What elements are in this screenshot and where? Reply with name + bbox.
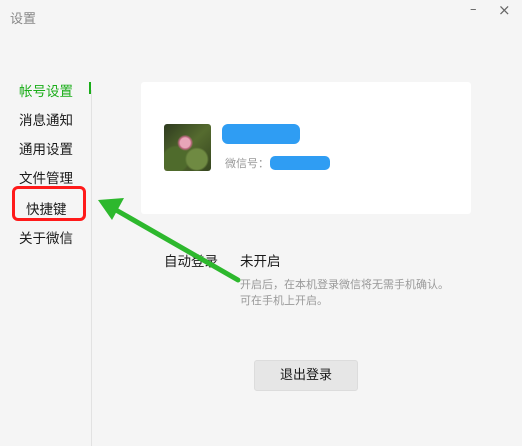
auto-login-hint-line2: 可在手机上开启。 — [240, 294, 328, 307]
close-icon[interactable]: × — [498, 3, 511, 18]
sidebar-item-account[interactable]: 帐号设置 — [19, 80, 73, 100]
avatar[interactable] — [164, 124, 211, 171]
auto-login-status: 未开启 — [240, 254, 281, 270]
sidebar-item-about[interactable]: 关于微信 — [19, 227, 73, 247]
minimize-icon[interactable]: – — [470, 3, 477, 17]
annotation-highlight-box — [12, 186, 86, 221]
auto-login-label: 自动登录 — [164, 254, 218, 270]
window-title: 设置 — [10, 12, 37, 27]
wechat-id-redacted — [270, 156, 330, 170]
nickname-redacted — [222, 124, 300, 144]
sidebar-item-notifications[interactable]: 消息通知 — [19, 109, 73, 129]
sidebar-item-general[interactable]: 通用设置 — [19, 138, 73, 158]
logout-button[interactable]: 退出登录 — [254, 360, 358, 391]
sidebar-divider — [91, 90, 92, 446]
arrow-head — [98, 198, 124, 220]
auto-login-hint: 开启后，在本机登录微信将无需手机确认。 可在手机上开启。 — [240, 277, 449, 309]
sidebar-item-file-management[interactable]: 文件管理 — [19, 167, 73, 187]
wechat-id-label: 微信号： — [225, 157, 269, 170]
auto-login-hint-line1: 开启后，在本机登录微信将无需手机确认。 — [240, 278, 449, 291]
